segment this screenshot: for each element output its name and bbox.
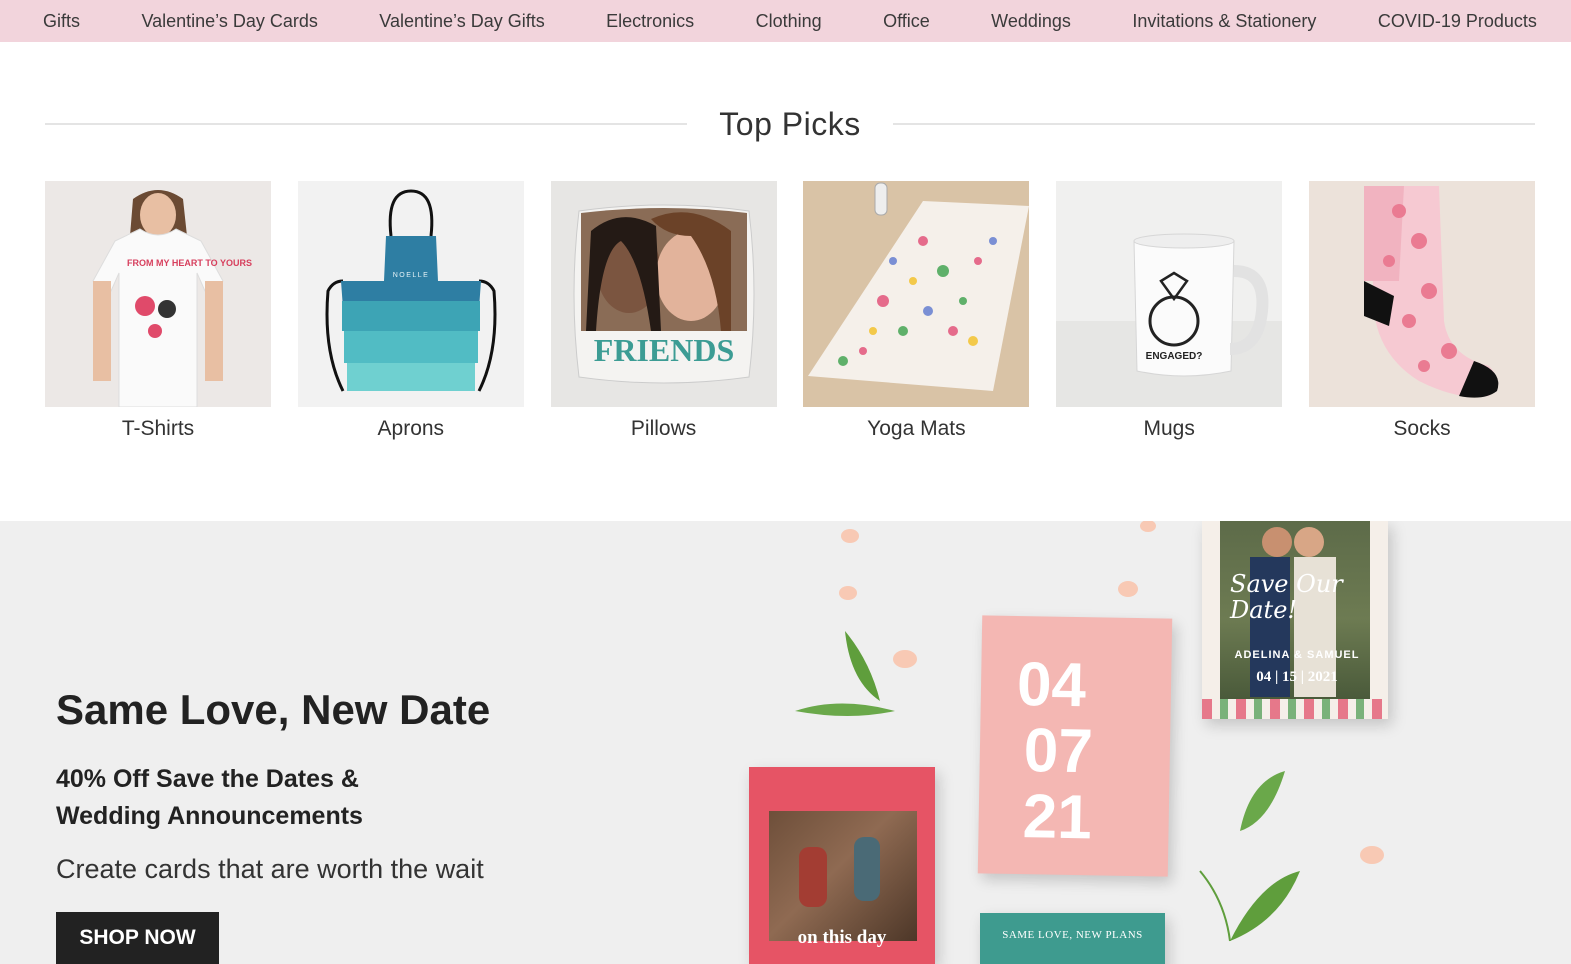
card-number-3: 21 [1022, 782, 1093, 853]
pick-mugs[interactable]: ENGAGED? Mugs [1056, 181, 1283, 441]
socks-icon[interactable] [1308, 181, 1535, 407]
pick-socks[interactable]: Socks [1308, 181, 1535, 441]
pick-label-tshirts[interactable]: T-Shirts [45, 417, 271, 441]
nav-item-gifts[interactable]: Gifts [43, 11, 80, 32]
apron-icon[interactable]: NOELLE [297, 181, 524, 407]
nav-item-valentines-gifts[interactable]: Valentine’s Day Gifts [379, 11, 544, 32]
yoga-mat-icon[interactable] [803, 181, 1030, 407]
pick-label-pillows[interactable]: Pillows [551, 417, 777, 441]
teal-card-text: SAME LOVE, NEW PLANS [1002, 929, 1143, 941]
section-title: Top Picks [719, 105, 861, 142]
pillow-print-text: FRIENDS [593, 332, 733, 368]
pick-label-yoga-mats[interactable]: Yoga Mats [803, 417, 1029, 441]
divider-left [45, 123, 688, 125]
pillow-icon[interactable]: FRIENDS [550, 181, 777, 407]
nav-item-weddings[interactable]: Weddings [991, 11, 1071, 32]
card-script-text: Save Our Date! [1230, 570, 1343, 625]
nav-item-valentines-cards[interactable]: Valentine’s Day Cards [141, 11, 317, 32]
save-date-photo-card: Save Our Date! ADELINA & SAMUEL 04 | 15 … [1202, 521, 1388, 719]
shirt-print-text: FROM MY HEART TO YOURS [127, 258, 252, 268]
card-number-1: 04 [1016, 649, 1087, 721]
top-picks-grid: FROM MY HEART TO YOURS T-Shirts NOELLE A… [45, 181, 1535, 441]
pick-pillows[interactable]: FRIENDS Pillows [550, 181, 777, 441]
pick-aprons[interactable]: NOELLE Aprons [297, 181, 524, 441]
pick-tshirts[interactable]: FROM MY HEART TO YOURS T-Shirts [45, 181, 271, 441]
card-caption: on this day [797, 927, 887, 948]
nav-item-invitations[interactable]: Invitations & Stationery [1132, 11, 1316, 32]
tshirt-icon[interactable]: FROM MY HEART TO YOURS [45, 181, 271, 407]
card-names: ADELINA & SAMUEL [1234, 649, 1360, 661]
nav-item-clothing[interactable]: Clothing [756, 11, 822, 32]
pick-label-aprons[interactable]: Aprons [298, 417, 524, 441]
top-navigation: Gifts Valentine’s Day Cards Valentine’s … [0, 0, 1571, 42]
nav-item-electronics[interactable]: Electronics [606, 11, 694, 32]
mug-icon[interactable]: ENGAGED? [1056, 181, 1283, 407]
pick-label-socks[interactable]: Socks [1309, 417, 1535, 441]
nav-item-office[interactable]: Office [883, 11, 930, 32]
nav-item-covid[interactable]: COVID-19 Products [1378, 11, 1537, 32]
apron-print-text: NOELLE [392, 272, 429, 279]
pick-yoga-mats[interactable]: Yoga Mats [803, 181, 1030, 441]
divider-right [892, 123, 1535, 125]
promo-banner: Same Love, New Date 40% Off Save the Dat… [0, 521, 1571, 964]
top-picks-header: Top Picks [45, 102, 1535, 146]
mug-print-text: ENGAGED? [1146, 351, 1203, 362]
same-love-plans-card: SAME LOVE, NEW PLANS [980, 913, 1165, 964]
pick-label-mugs[interactable]: Mugs [1056, 417, 1282, 441]
card-number-2: 07 [1023, 716, 1094, 787]
save-date-number-card: 04 07 21 [977, 615, 1173, 877]
on-this-day-card: on this day [749, 767, 935, 964]
card-date: 04 | 15 | 2021 [1256, 669, 1338, 685]
